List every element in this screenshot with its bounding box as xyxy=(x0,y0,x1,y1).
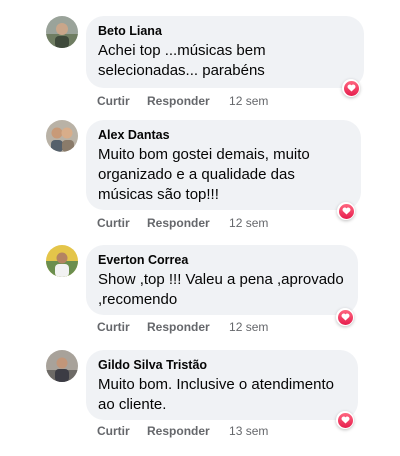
comment-text-line: ao cliente. xyxy=(98,396,167,413)
comment-text-line: Achei top ...músicas bem xyxy=(98,42,266,59)
comment-text-line: Show ,top !!! Valeu a pena ,aprovado xyxy=(98,271,344,288)
comment-author[interactable]: Everton Correa xyxy=(98,252,346,268)
reply-button[interactable]: Responder xyxy=(147,320,210,334)
avatar[interactable] xyxy=(46,245,78,277)
like-button[interactable]: Curtir xyxy=(97,424,130,438)
comment-actions: Curtir Responder 12 sem xyxy=(97,94,268,108)
comment-timestamp[interactable]: 13 sem xyxy=(229,424,268,438)
reply-button[interactable]: Responder xyxy=(147,424,210,438)
comment-timestamp[interactable]: 12 sem xyxy=(229,216,268,230)
avatar[interactable] xyxy=(46,16,78,48)
comment-bubble: Gildo Silva Tristão Muito bom. Inclusive… xyxy=(86,350,358,420)
heart-reaction-icon[interactable] xyxy=(342,79,360,97)
heart-reaction-icon[interactable] xyxy=(337,202,355,220)
reply-button[interactable]: Responder xyxy=(147,216,210,230)
comment-text-line: ,recomendo xyxy=(98,291,178,308)
like-button[interactable]: Curtir xyxy=(97,94,130,108)
comment-text-line: Muito bom gostei demais, muito xyxy=(98,146,310,163)
comment-bubble: Beto Liana Achei top ...músicas bem sele… xyxy=(86,16,364,88)
comment-bubble: Everton Correa Show ,top !!! Valeu a pen… xyxy=(86,245,358,315)
comment-author[interactable]: Alex Dantas xyxy=(98,127,349,143)
comment-text-line: músicas são top!!! xyxy=(98,186,219,203)
comment-actions: Curtir Responder 12 sem xyxy=(97,216,268,230)
comment-text-line: Muito bom. Inclusive o atendimento xyxy=(98,376,334,393)
comment-author[interactable]: Gildo Silva Tristão xyxy=(98,357,346,373)
avatar[interactable] xyxy=(46,350,78,382)
comment-actions: Curtir Responder 13 sem xyxy=(97,424,268,438)
heart-reaction-icon[interactable] xyxy=(336,308,354,326)
like-button[interactable]: Curtir xyxy=(97,216,130,230)
comment-timestamp[interactable]: 12 sem xyxy=(229,320,268,334)
comment-bubble: Alex Dantas Muito bom gostei demais, mui… xyxy=(86,120,361,210)
comment-text-line: selecionadas... parabéns xyxy=(98,62,265,79)
heart-reaction-icon[interactable] xyxy=(336,411,354,429)
reply-button[interactable]: Responder xyxy=(147,94,210,108)
avatar[interactable] xyxy=(46,120,78,152)
comment-author[interactable]: Beto Liana xyxy=(98,23,352,39)
comment-text-line: organizado e a qualidade das xyxy=(98,166,295,183)
like-button[interactable]: Curtir xyxy=(97,320,130,334)
comment-timestamp[interactable]: 12 sem xyxy=(229,94,268,108)
comment-actions: Curtir Responder 12 sem xyxy=(97,320,268,334)
